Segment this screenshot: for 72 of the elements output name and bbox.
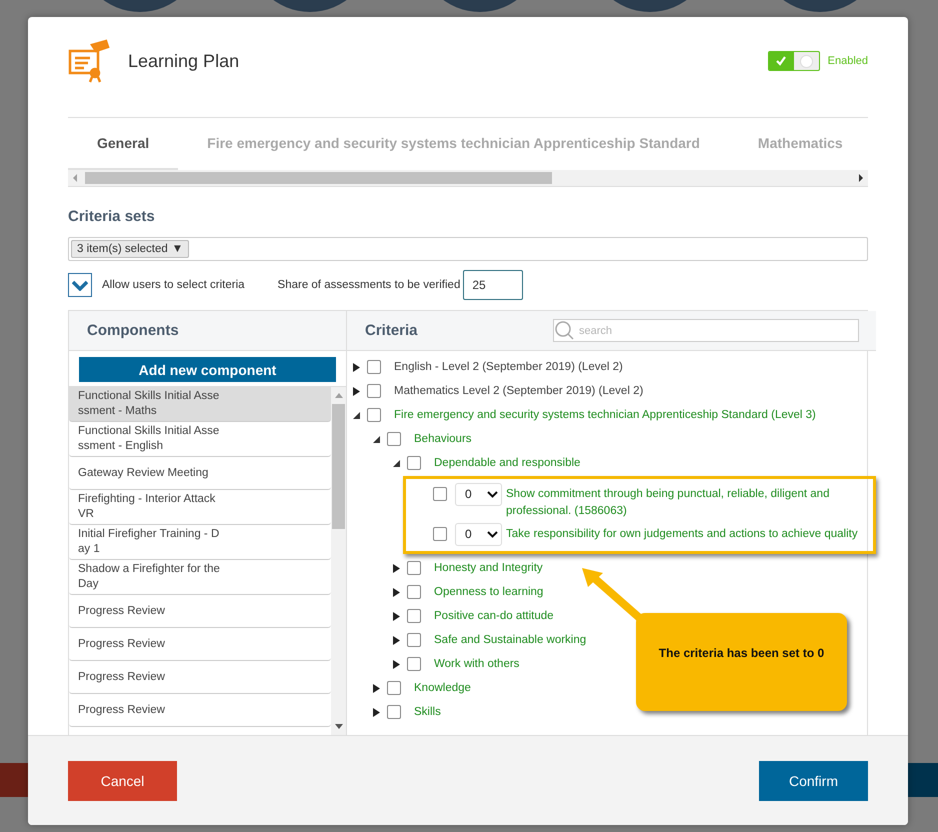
- checkbox[interactable]: [367, 384, 381, 398]
- expand-triangle-icon[interactable]: [373, 684, 380, 692]
- tree-item-label[interactable]: Work with others: [434, 658, 520, 670]
- tree-item-label[interactable]: English - Level 2 (September 2019) (Level 2): [394, 361, 623, 373]
- toggle-label: Enabled: [828, 55, 868, 67]
- confirm-button[interactable]: Confirm: [759, 760, 868, 800]
- component-item[interactable]: Functional Skills Initial Assessment - Maths: [69, 387, 331, 422]
- add-component-button[interactable]: Add new component: [79, 357, 336, 382]
- callout-note: The criteria has been set to 0: [636, 613, 847, 711]
- scroll-down-icon[interactable]: [335, 724, 343, 729]
- checkbox[interactable]: [387, 705, 401, 719]
- checkbox[interactable]: [367, 360, 381, 374]
- criterion-text: Take responsibility for own judgements and actions to achieve quality: [506, 527, 859, 542]
- checkbox[interactable]: [407, 561, 421, 575]
- checkbox-label: Allow users to select criteria: [102, 279, 245, 291]
- vertical-scrollbar[interactable]: [331, 387, 346, 735]
- background-bar: [0, 763, 30, 797]
- scroll-right-icon[interactable]: [858, 174, 864, 182]
- collapse-triangle-icon[interactable]: [353, 412, 360, 418]
- checkbox[interactable]: [387, 432, 401, 446]
- panel-heading: Criteria: [365, 322, 419, 339]
- cancel-button[interactable]: Cancel: [68, 760, 177, 800]
- expand-triangle-icon[interactable]: [393, 564, 400, 572]
- criterion-text: Show commitment through being punctual, reliable, diligent and professional. (1586063): [506, 487, 830, 519]
- tree-item-label[interactable]: Knowledge: [414, 682, 471, 694]
- tree-item-label[interactable]: Mathematics Level 2 (September 2019) (Level 2): [394, 385, 644, 397]
- expand-triangle-icon[interactable]: [353, 362, 360, 372]
- tree-item-label[interactable]: Positive can-do attitude: [434, 610, 554, 622]
- expand-triangle-icon[interactable]: [373, 708, 380, 716]
- expand-triangle-icon[interactable]: [393, 636, 400, 644]
- field-label: Share of assessments to be verified: [278, 279, 460, 291]
- scroll-left-icon[interactable]: [72, 174, 78, 182]
- search-icon: [554, 320, 574, 340]
- score-dropdown[interactable]: 0: [455, 483, 502, 506]
- checkbox[interactable]: [407, 585, 421, 599]
- checkbox[interactable]: [407, 609, 421, 623]
- expand-triangle-icon[interactable]: [353, 386, 360, 396]
- tree-item-label[interactable]: Skills: [414, 706, 441, 718]
- certificate-icon: [68, 39, 112, 83]
- section-heading: Criteria sets: [68, 208, 156, 227]
- tree-item-label[interactable]: Openness to learning: [434, 586, 544, 598]
- tree-item-label[interactable]: Safe and Sustainable working: [434, 634, 586, 646]
- multiselect-field[interactable]: 3 item(s) selected ▼: [68, 237, 868, 261]
- score-dropdown[interactable]: 0: [455, 523, 502, 546]
- collapse-triangle-icon[interactable]: [393, 460, 400, 466]
- chevron-down-icon: [487, 531, 498, 538]
- checkbox[interactable]: [68, 273, 92, 297]
- tree-item-label[interactable]: Honesty and Integrity: [434, 562, 543, 574]
- tree-item-label[interactable]: Dependable and responsible: [434, 457, 580, 469]
- toggle-switch[interactable]: [768, 51, 820, 71]
- expand-triangle-icon[interactable]: [393, 588, 400, 596]
- checkbox[interactable]: [387, 681, 401, 695]
- search-field[interactable]: search: [553, 319, 859, 342]
- tree-item-label[interactable]: Behaviours: [414, 433, 472, 445]
- chevron-down-icon: [487, 491, 498, 498]
- expand-triangle-icon[interactable]: [393, 612, 400, 620]
- panel-heading: Components: [69, 311, 346, 351]
- background-bar: [906, 763, 938, 797]
- scroll-up-icon[interactable]: [335, 393, 343, 398]
- checkbox[interactable]: [367, 408, 381, 422]
- checkbox[interactable]: [407, 657, 421, 671]
- collapse-triangle-icon[interactable]: [373, 436, 380, 442]
- checkbox[interactable]: [433, 527, 447, 541]
- window-title: Learning Plan: [128, 50, 240, 72]
- horizontal-scrollbar[interactable]: [68, 170, 868, 187]
- checkbox[interactable]: [433, 487, 447, 501]
- expand-triangle-icon[interactable]: [393, 660, 400, 668]
- tree-item-label[interactable]: Fire emergency and security systems technician Apprenticeship Standard (Level 3): [394, 409, 816, 421]
- selection-dropdown[interactable]: 3 item(s) selected ▼: [71, 240, 190, 258]
- number-field[interactable]: 25: [463, 270, 524, 300]
- checkbox[interactable]: [407, 633, 421, 647]
- checkbox[interactable]: [407, 456, 421, 470]
